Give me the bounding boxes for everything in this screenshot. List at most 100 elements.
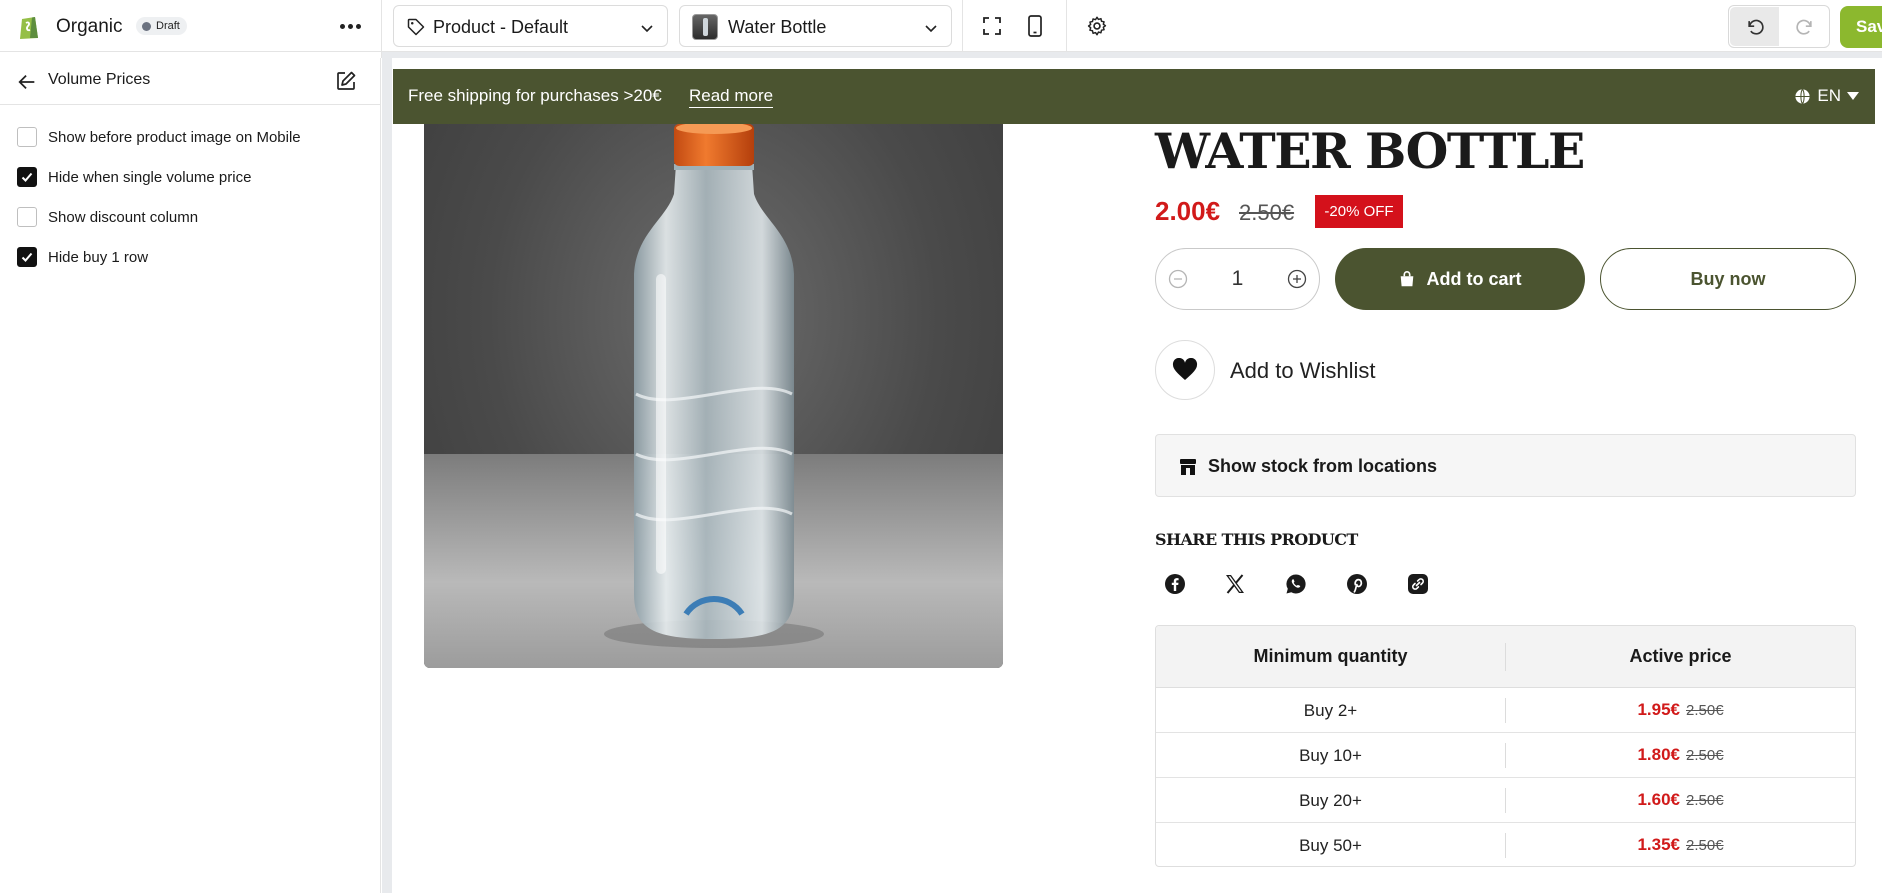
active-price: 1.80€: [1637, 745, 1680, 764]
column-header-active-price: Active price: [1629, 646, 1732, 666]
settings-button[interactable]: [1085, 14, 1109, 38]
product-title: WATER BOTTLE: [1155, 122, 1585, 180]
stock-locations-label: Show stock from locations: [1208, 456, 1438, 476]
template-select[interactable]: Product - Default: [393, 5, 668, 47]
table-header: Minimum quantity Active price: [1156, 626, 1855, 688]
status-dot-icon: [142, 21, 151, 31]
toolbar-divider: [381, 0, 382, 58]
chevron-down-icon: [925, 25, 937, 33]
announcement-bar: Free shipping for purchases >20€ Read mo…: [393, 69, 1875, 124]
volume-prices-table: Minimum quantity Active price Buy 2+ 1.9…: [1155, 625, 1856, 867]
more-actions-button[interactable]: [336, 14, 364, 38]
add-to-cart-button[interactable]: Add to cart: [1335, 248, 1585, 310]
original-price: 2.50€: [1686, 702, 1724, 719]
share-facebook-button[interactable]: [1163, 572, 1187, 596]
heart-icon: [1172, 358, 1198, 380]
row-price: 1.95€ 2.50€: [1506, 700, 1855, 720]
share-x-button[interactable]: [1223, 572, 1247, 596]
canvas-left-edge: [382, 52, 392, 893]
language-selector[interactable]: EN: [1794, 86, 1859, 106]
template-select-label: Product - Default: [433, 17, 569, 37]
buy-now-button[interactable]: Buy now: [1600, 248, 1856, 310]
column-divider: [1505, 643, 1506, 671]
quantity-stepper[interactable]: 1: [1155, 248, 1320, 310]
original-price: 2.50€: [1686, 837, 1724, 854]
checkbox-checked[interactable]: [17, 247, 37, 267]
pinterest-icon: [1347, 574, 1367, 594]
checkbox-unchecked[interactable]: [17, 207, 37, 227]
option-show-before-image-mobile[interactable]: Show before product image on Mobile: [17, 126, 301, 148]
product-price: 2.00€: [1155, 196, 1221, 226]
product-thumbnail: [692, 14, 718, 40]
table-row: Buy 20+ 1.60€ 2.50€: [1156, 778, 1855, 823]
x-icon: [1226, 574, 1244, 594]
active-price: 1.60€: [1637, 790, 1680, 809]
wishlist-label[interactable]: Add to Wishlist: [1230, 358, 1376, 384]
water-bottle-illustration: [604, 124, 824, 648]
announcement-text: Free shipping for purchases >20€: [408, 86, 662, 105]
row-quantity: Buy 50+: [1299, 836, 1362, 855]
sidebar-title: Volume Prices: [48, 71, 151, 88]
column-header-min-quantity: Minimum quantity: [1253, 646, 1408, 666]
table-row: Buy 2+ 1.95€ 2.50€: [1156, 688, 1855, 733]
option-hide-single-volume-price[interactable]: Hide when single volume price: [17, 166, 251, 188]
row-quantity: Buy 20+: [1299, 791, 1362, 810]
option-label: Hide when single volume price: [48, 168, 252, 186]
toolbar-divider: [1066, 0, 1067, 58]
active-price: 1.95€: [1637, 700, 1680, 719]
row-price: 1.35€ 2.50€: [1506, 835, 1855, 855]
product-select[interactable]: Water Bottle: [679, 5, 952, 47]
save-button[interactable]: Save: [1840, 6, 1882, 48]
option-show-discount-column[interactable]: Show discount column: [17, 206, 198, 228]
option-label: Show before product image on Mobile: [48, 128, 301, 146]
checkbox-checked[interactable]: [17, 167, 37, 187]
sidebar-header: Volume Prices: [0, 58, 381, 105]
row-quantity: Buy 10+: [1299, 746, 1362, 765]
toolbar-divider: [962, 0, 963, 58]
fullscreen-icon: [983, 17, 1001, 35]
row-price: 1.60€ 2.50€: [1506, 790, 1855, 810]
tag-icon: [407, 18, 425, 36]
chevron-down-icon: [641, 25, 653, 33]
back-arrow-icon[interactable]: [16, 71, 38, 93]
product-image: [424, 124, 1003, 668]
original-price: 2.50€: [1686, 792, 1724, 809]
share-pinterest-button[interactable]: [1345, 572, 1369, 596]
plus-icon[interactable]: [1287, 269, 1307, 289]
edit-icon[interactable]: [334, 69, 358, 93]
status-badge: Draft: [136, 17, 187, 35]
checkbox-unchecked[interactable]: [17, 127, 37, 147]
product-select-label: Water Bottle: [728, 17, 827, 37]
redo-icon: [1795, 19, 1812, 35]
stock-locations-button[interactable]: Show stock from locations: [1155, 434, 1856, 497]
add-to-cart-label: Add to cart: [1426, 268, 1522, 289]
option-label: Show discount column: [48, 208, 199, 226]
caret-down-icon: [1847, 92, 1859, 100]
copy-link-button[interactable]: [1406, 572, 1430, 596]
copy-link-icon: [1408, 574, 1428, 594]
undo-button[interactable]: [1730, 7, 1779, 46]
option-hide-buy-1-row[interactable]: Hide buy 1 row: [17, 246, 148, 268]
active-price: 1.35€: [1637, 835, 1680, 854]
shopping-bag-icon: [1401, 271, 1414, 287]
status-badge-label: Draft: [156, 20, 180, 32]
mobile-device-icon: [1028, 15, 1042, 37]
mobile-preview-button[interactable]: [1023, 14, 1047, 38]
redo-button[interactable]: [1780, 7, 1829, 46]
undo-icon: [1747, 19, 1764, 35]
read-more-link[interactable]: Read more: [689, 86, 774, 108]
discount-badge: -20% OFF: [1315, 195, 1403, 228]
facebook-icon: [1165, 574, 1185, 594]
row-quantity: Buy 2+: [1303, 701, 1358, 720]
table-row: Buy 50+ 1.35€ 2.50€: [1156, 823, 1855, 866]
row-price: 1.80€ 2.50€: [1506, 745, 1855, 765]
original-price: 2.50€: [1686, 747, 1724, 764]
language-label: EN: [1817, 86, 1841, 105]
checkmark-icon: [21, 252, 33, 262]
option-label: Hide buy 1 row: [48, 248, 149, 266]
fullscreen-button[interactable]: [980, 14, 1004, 38]
share-whatsapp-button[interactable]: [1284, 572, 1308, 596]
globe-icon: [1795, 88, 1810, 104]
store-name: Organic: [56, 16, 123, 37]
wishlist-button[interactable]: [1155, 340, 1215, 400]
